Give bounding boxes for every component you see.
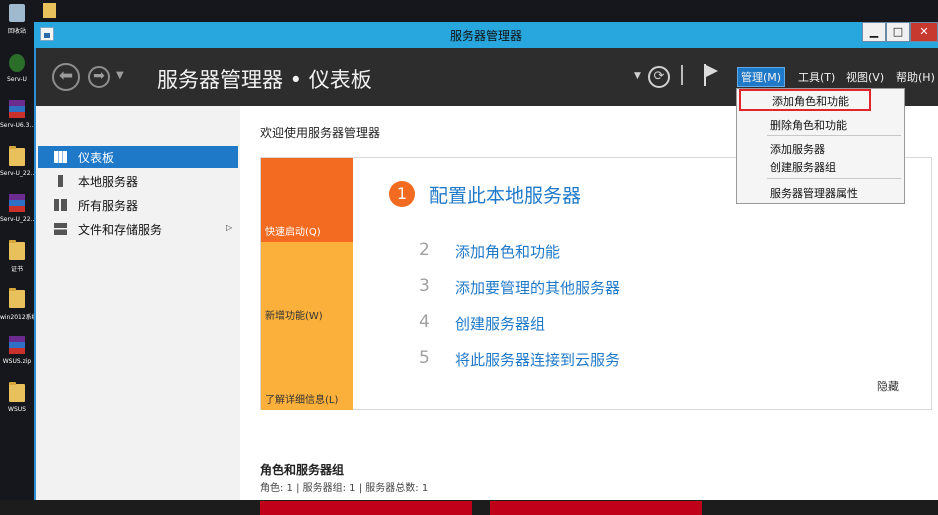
desktop-icon-recycle-bin[interactable]: 回收站	[0, 2, 34, 46]
tile-learn-more[interactable]: 了解详细信息(L)	[261, 326, 353, 410]
step-create-server-group[interactable]: 创建服务器组	[455, 313, 545, 334]
role-tile[interactable]	[260, 501, 472, 515]
desktop-icon-label: Serv-U	[7, 76, 27, 83]
notifications-flag-icon[interactable]	[704, 64, 720, 86]
folder-icon[interactable]	[43, 3, 56, 18]
desktop-icons: 回收站 Serv-U Serv-U6.3... Serv-U_22... Ser…	[0, 0, 34, 500]
close-button[interactable]: ✕	[910, 22, 938, 42]
menu-item-label: 添加角色和功能	[772, 95, 849, 108]
manage-menu-dropdown: 添加角色和功能 删除角色和功能 添加服务器 创建服务器组 服务器管理器属性	[736, 88, 905, 204]
window-title: 服务器管理器	[449, 29, 522, 43]
desktop-icon-label: Serv-U_22...	[0, 216, 34, 223]
desktop-icon-serv-u-archive[interactable]: Serv-U6.3...	[0, 98, 34, 142]
menu-item-label: 删除角色和功能	[770, 119, 847, 132]
all-servers-icon	[54, 199, 67, 211]
folder-icon	[9, 146, 25, 166]
desktop-icon-label: Serv-U_22...	[0, 170, 34, 177]
rar-archive-icon	[9, 194, 25, 212]
menu-item-add-roles-features[interactable]: 添加角色和功能	[739, 89, 871, 111]
refresh-icon[interactable]: ⟳	[648, 66, 670, 88]
sidebar-item-label: 本地服务器	[78, 175, 139, 189]
desktop-icon-serv-u[interactable]: Serv-U	[0, 52, 34, 96]
menu-item-label: 创建服务器组	[770, 161, 836, 174]
tile-label: 新增功能(W)	[265, 311, 323, 322]
menu-divider	[767, 178, 901, 179]
menu-divider	[767, 135, 901, 136]
step-configure-local-server[interactable]: 配置此本地服务器	[429, 181, 581, 208]
dashboard-grid-icon	[54, 151, 67, 163]
desktop-icon-wsus-zip[interactable]: WSUS.zip	[0, 334, 34, 378]
local-server-icon	[58, 175, 63, 187]
maximize-button[interactable]: □	[886, 22, 910, 42]
roles-summary: 角色: 1 | 服务器组: 1 | 服务器总数: 1	[260, 483, 429, 494]
forward-arrow-icon[interactable]: ➡	[88, 66, 110, 88]
step-add-roles-features[interactable]: 添加角色和功能	[455, 241, 560, 262]
menu-item-server-manager-properties[interactable]: 服务器管理器属性	[737, 181, 904, 201]
expand-arrow-icon[interactable]: ▷	[226, 223, 232, 232]
step-number: 2	[419, 240, 430, 260]
desktop-icon-label: Serv-U6.3...	[0, 122, 34, 129]
folder-icon	[9, 288, 25, 308]
sidebar-item-label: 所有服务器	[78, 199, 139, 213]
breadcrumb: 服务器管理器 • 仪表板	[157, 68, 372, 92]
role-tile[interactable]	[490, 501, 702, 515]
menu-help[interactable]: 帮助(H)	[896, 69, 935, 85]
menu-item-create-server-group[interactable]: 创建服务器组	[737, 155, 904, 175]
tile-quick-start[interactable]: 快速启动(Q)	[261, 158, 353, 242]
step-number: 3	[419, 276, 430, 296]
roles-heading: 角色和服务器组	[260, 463, 345, 477]
step-number: 5	[419, 348, 430, 368]
menu-view[interactable]: 视图(V)	[846, 69, 884, 85]
menu-tools[interactable]: 工具(T)	[798, 69, 835, 85]
tile-whats-new[interactable]: 新增功能(W)	[261, 242, 353, 326]
desktop-icon-label: 证书	[10, 266, 23, 273]
tile-label: 快速启动(Q)	[265, 227, 321, 238]
desktop-icon-label: WSUS.zip	[2, 358, 32, 365]
title-bar[interactable]: 服务器管理器 ▁ □ ✕	[34, 22, 938, 48]
back-arrow-icon[interactable]: ⬅	[52, 63, 80, 91]
desktop-icon-label: WSUS	[8, 406, 26, 413]
recycle-bin-icon	[9, 4, 25, 22]
desktop-icon-serv-u-folder[interactable]: Serv-U_22...	[0, 146, 34, 190]
sidebar-item-file-storage[interactable]: 文件和存储服务 ▷	[38, 218, 238, 240]
sidebar: 仪表板 本地服务器 所有服务器 文件和存储服务 ▷	[36, 106, 240, 500]
menu-item-remove-roles-features[interactable]: 删除角色和功能	[737, 113, 904, 133]
step-number: 4	[419, 312, 430, 332]
sidebar-item-all-servers[interactable]: 所有服务器	[38, 194, 238, 216]
menu-manage[interactable]: 管理(M)	[737, 67, 786, 87]
hide-link[interactable]: 隐藏	[877, 378, 899, 394]
sidebar-item-label: 文件和存储服务	[78, 223, 163, 237]
step-add-servers[interactable]: 添加要管理的其他服务器	[455, 277, 620, 298]
menu-item-add-servers[interactable]: 添加服务器	[737, 137, 904, 157]
serv-u-icon	[9, 54, 25, 72]
desktop-icon-certificates[interactable]: 证书	[0, 240, 34, 284]
menu-item-label: 服务器管理器属性	[770, 187, 858, 200]
desktop-icon-patches[interactable]: win2012系统补丁 -副本	[0, 288, 34, 332]
step-1-badge: 1	[389, 181, 415, 207]
sidebar-item-local-server[interactable]: 本地服务器	[38, 170, 238, 192]
rar-archive-icon	[9, 336, 25, 354]
tile-label: 了解详细信息(L)	[265, 395, 339, 406]
desktop-icon-wsus[interactable]: WSUS	[0, 382, 34, 426]
folder-icon	[9, 240, 25, 260]
chevron-down-icon[interactable]: ▼	[116, 70, 124, 81]
rar-archive-icon	[9, 100, 25, 118]
file-storage-icon	[54, 223, 67, 235]
desktop-icon-label: win2012系统补丁 -副本	[0, 314, 34, 321]
desktop-icon-serv-u-archive-2[interactable]: Serv-U_22...	[0, 192, 34, 236]
sidebar-item-label: 仪表板	[78, 151, 115, 165]
minimize-button[interactable]: ▁	[862, 22, 886, 42]
desktop-icon-label: 回收站	[7, 28, 26, 35]
sidebar-item-dashboard[interactable]: 仪表板	[38, 146, 238, 168]
folder-icon	[9, 382, 25, 402]
desktop: 回收站 Serv-U Serv-U6.3... Serv-U_22... Ser…	[0, 0, 938, 515]
divider	[681, 65, 683, 85]
step-connect-cloud[interactable]: 将此服务器连接到云服务	[455, 349, 620, 370]
welcome-heading: 欢迎使用服务器管理器	[260, 126, 381, 140]
chevron-down-icon[interactable]: ▼	[634, 71, 641, 81]
